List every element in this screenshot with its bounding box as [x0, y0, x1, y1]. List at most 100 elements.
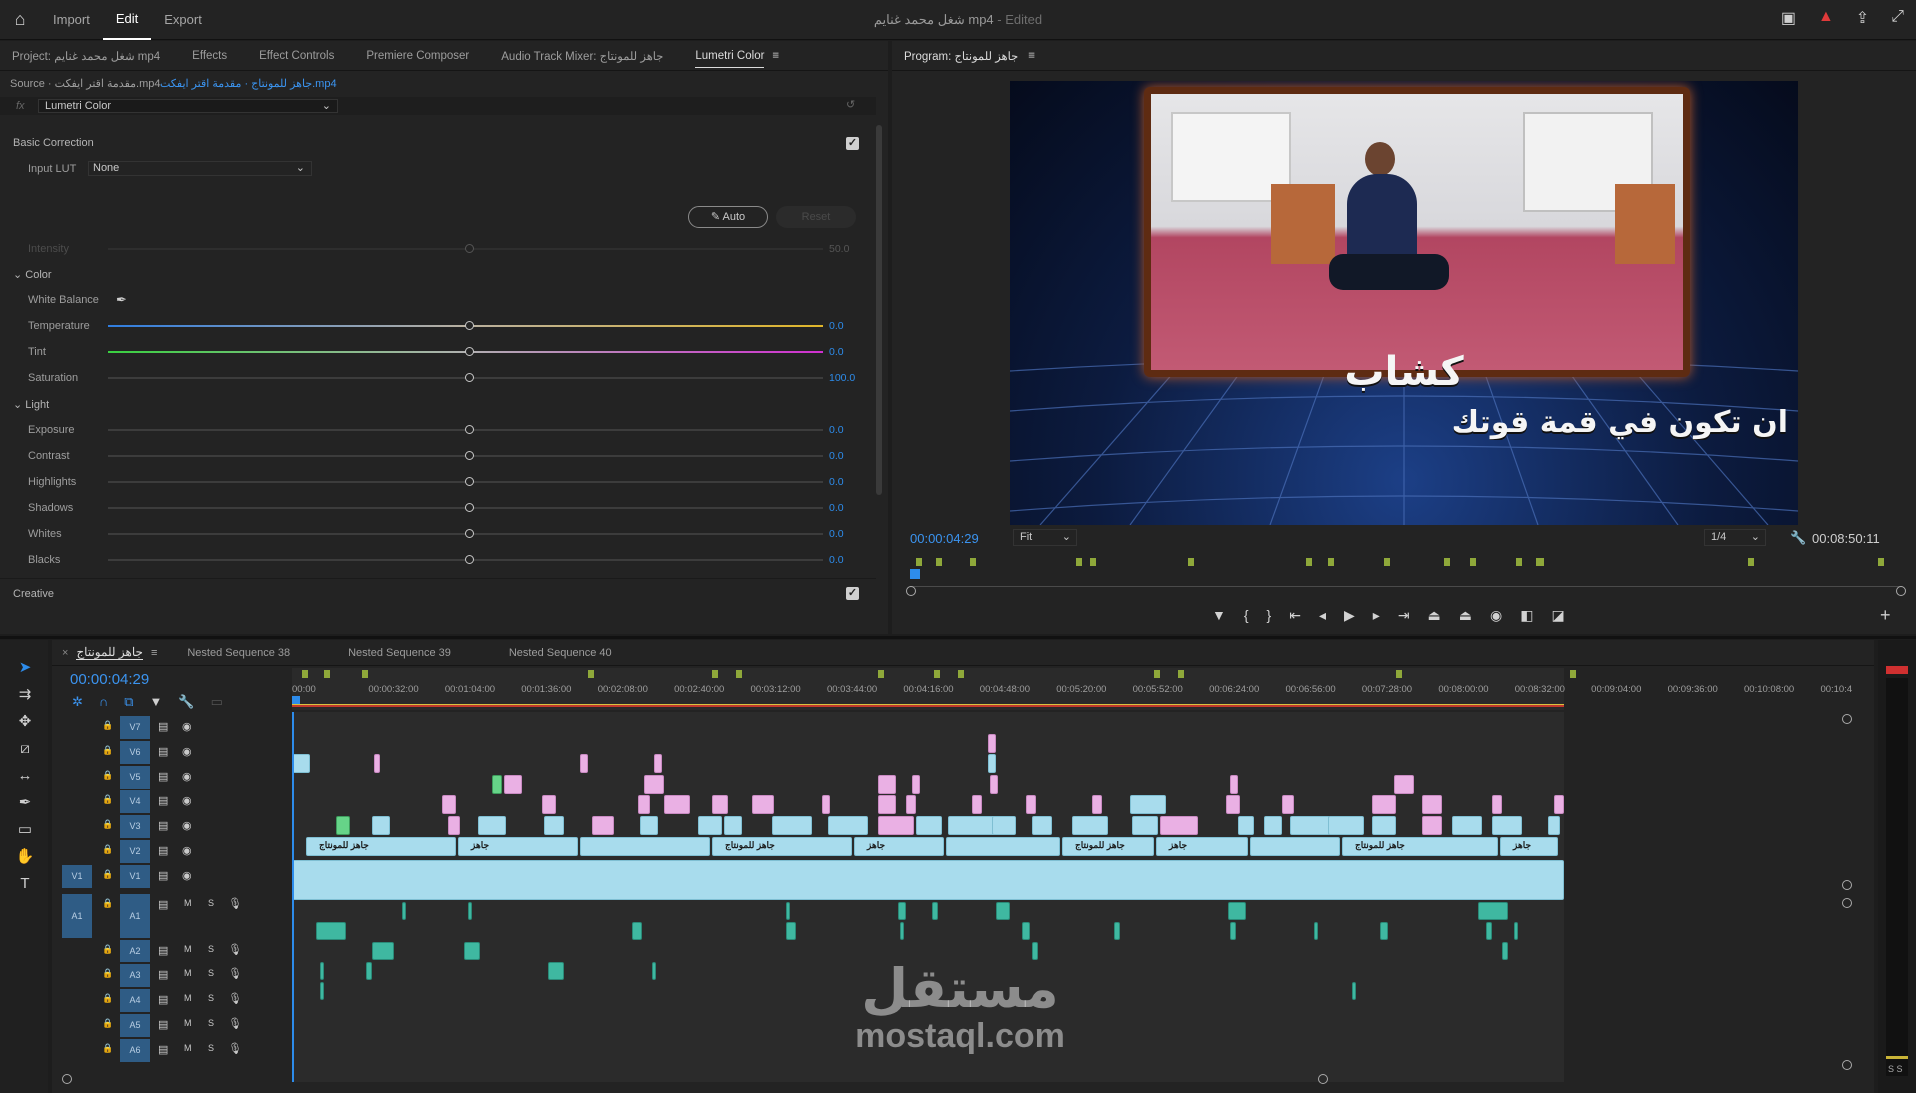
film-icon[interactable]: ▤ [158, 844, 168, 857]
audio-clip[interactable] [898, 902, 906, 921]
microphone-icon[interactable]: 🎙 [228, 967, 242, 980]
audio-clip[interactable] [468, 902, 472, 921]
audio-clip[interactable] [1114, 922, 1120, 941]
source-sequence-link[interactable]: جاهز للمونتاج · مقدمة اقتر ايفكت.mp4 [160, 77, 337, 90]
reset-effect-icon[interactable]: ↺ [846, 98, 855, 111]
panel-divider[interactable] [0, 636, 1916, 639]
temperature-knob[interactable] [465, 321, 474, 330]
track-name-v1[interactable]: V1 [120, 864, 150, 888]
input-lut-dropdown[interactable]: None ⌄ [88, 161, 312, 176]
tab-nested-40[interactable]: Nested Sequence 40 [509, 647, 612, 659]
audio-clip[interactable] [402, 902, 406, 921]
microphone-icon[interactable]: 🎙 [228, 1042, 242, 1055]
saturation-value[interactable]: 100.0 [829, 372, 855, 384]
menu-export[interactable]: Export [151, 0, 215, 40]
solo-button[interactable]: S [208, 944, 214, 954]
video-clip[interactable] [492, 774, 502, 794]
audio-clip[interactable] [1352, 982, 1356, 1001]
lock-icon[interactable]: 🔒 [102, 869, 113, 880]
video-clip[interactable]: جاهز للمونتاج [1342, 836, 1498, 856]
video-clip[interactable] [1554, 795, 1564, 815]
audio-clip[interactable] [366, 962, 372, 981]
lift-icon[interactable]: ⏏ [1428, 607, 1441, 624]
intensity-slider[interactable] [108, 244, 823, 253]
add-marker-icon[interactable]: ▼ [1212, 607, 1226, 624]
program-scrub-bar[interactable] [910, 569, 1902, 587]
creative-section[interactable]: Creative ✓ [0, 578, 876, 606]
track-name-a2[interactable]: A2 [120, 939, 150, 963]
lock-icon[interactable]: 🔒 [102, 1043, 113, 1054]
eye-icon[interactable]: ◉ [182, 794, 192, 807]
film-icon[interactable]: ▤ [158, 794, 168, 807]
track-name-v4[interactable]: V4 [120, 790, 150, 814]
v-scroll-handle[interactable] [1842, 1060, 1852, 1070]
basic-correction-header[interactable]: Basic Correction ✓ [0, 133, 888, 153]
tab-lumetri-color[interactable]: Lumetri Color ≡ [683, 41, 799, 71]
eye-icon[interactable]: ◉ [182, 720, 192, 733]
eye-icon[interactable]: ◉ [182, 745, 192, 758]
source-patch-a[interactable]: A1 [62, 893, 92, 938]
program-timecode[interactable]: 00:00:04:29 [910, 531, 979, 546]
track-name-a1[interactable]: A1 [120, 893, 150, 938]
video-clip[interactable] [828, 816, 868, 835]
eye-icon[interactable]: ◉ [182, 770, 192, 783]
audio-clip[interactable] [548, 962, 564, 981]
solo-button[interactable]: S [208, 898, 214, 908]
whites-slider[interactable] [108, 529, 823, 538]
solo-button[interactable]: S [208, 1043, 214, 1053]
video-clip[interactable]: جاهز [458, 836, 578, 856]
video-clip[interactable] [292, 860, 1564, 901]
audio-clip[interactable] [372, 942, 394, 961]
mark-in-icon[interactable]: { [1244, 607, 1249, 624]
track-name-v3[interactable]: V3 [120, 815, 150, 839]
video-clip[interactable] [1372, 816, 1396, 835]
tab-effects[interactable]: Effects [180, 41, 247, 71]
hand-tool-icon[interactable]: ✋ [10, 843, 40, 869]
tab-premiere-composer[interactable]: Premiere Composer [354, 41, 489, 71]
menu-edit[interactable]: Edit [102, 0, 152, 40]
lock-icon[interactable]: 🔒 [102, 745, 113, 756]
film-icon[interactable]: ▤ [158, 968, 168, 981]
video-clip[interactable] [1092, 795, 1102, 815]
effect-dropdown[interactable]: Lumetri Color ⌄ [38, 99, 338, 113]
add-button-icon[interactable]: + [1880, 605, 1891, 626]
video-clip[interactable] [1452, 816, 1482, 835]
lock-icon[interactable]: 🔒 [102, 898, 113, 909]
tint-slider[interactable] [108, 347, 823, 356]
track-name-v7[interactable]: V7 [120, 716, 150, 739]
mark-out-icon[interactable]: } [1267, 607, 1272, 624]
scroll-handle-left[interactable] [62, 1074, 72, 1084]
film-icon[interactable]: ▤ [158, 898, 168, 911]
tint-value[interactable]: 0.0 [829, 346, 844, 358]
audio-clip[interactable] [900, 922, 904, 941]
video-clip[interactable]: جاهز للمونتاج [1062, 836, 1154, 856]
video-clip[interactable] [946, 836, 1060, 856]
video-clip[interactable] [1160, 816, 1198, 835]
resolution-dropdown[interactable]: 1/4 ⌄ [1704, 529, 1766, 546]
rectangle-tool-icon[interactable]: ▭ [10, 816, 40, 842]
contrast-slider[interactable] [108, 451, 823, 460]
video-clip[interactable] [1290, 816, 1330, 835]
audio-clip[interactable] [632, 922, 642, 941]
slip-tool-icon[interactable]: ↔ [10, 762, 40, 788]
video-clip[interactable] [1422, 816, 1442, 835]
solo-button[interactable]: S [208, 993, 214, 1003]
menu-import[interactable]: Import [40, 0, 103, 40]
video-clip[interactable] [1422, 795, 1442, 815]
home-icon[interactable]: ⌂ [0, 0, 40, 40]
shadows-value[interactable]: 0.0 [829, 502, 844, 514]
whites-knob[interactable] [465, 529, 474, 538]
reset-button[interactable]: Reset [776, 206, 856, 228]
blacks-knob[interactable] [465, 555, 474, 564]
video-clip[interactable] [654, 754, 662, 774]
saturation-knob[interactable] [465, 373, 474, 382]
film-icon[interactable]: ▤ [158, 819, 168, 832]
program-playhead[interactable] [910, 569, 920, 579]
video-clip[interactable] [698, 816, 722, 835]
empty-track-area[interactable] [1564, 712, 1860, 1082]
eyedropper-icon[interactable]: ✒ [116, 292, 127, 308]
lock-icon[interactable]: 🔒 [102, 720, 113, 731]
scroll-handle-right[interactable] [1318, 1074, 1328, 1084]
step-forward-icon[interactable]: ▸ [1373, 607, 1380, 624]
video-clip[interactable] [1072, 816, 1108, 835]
